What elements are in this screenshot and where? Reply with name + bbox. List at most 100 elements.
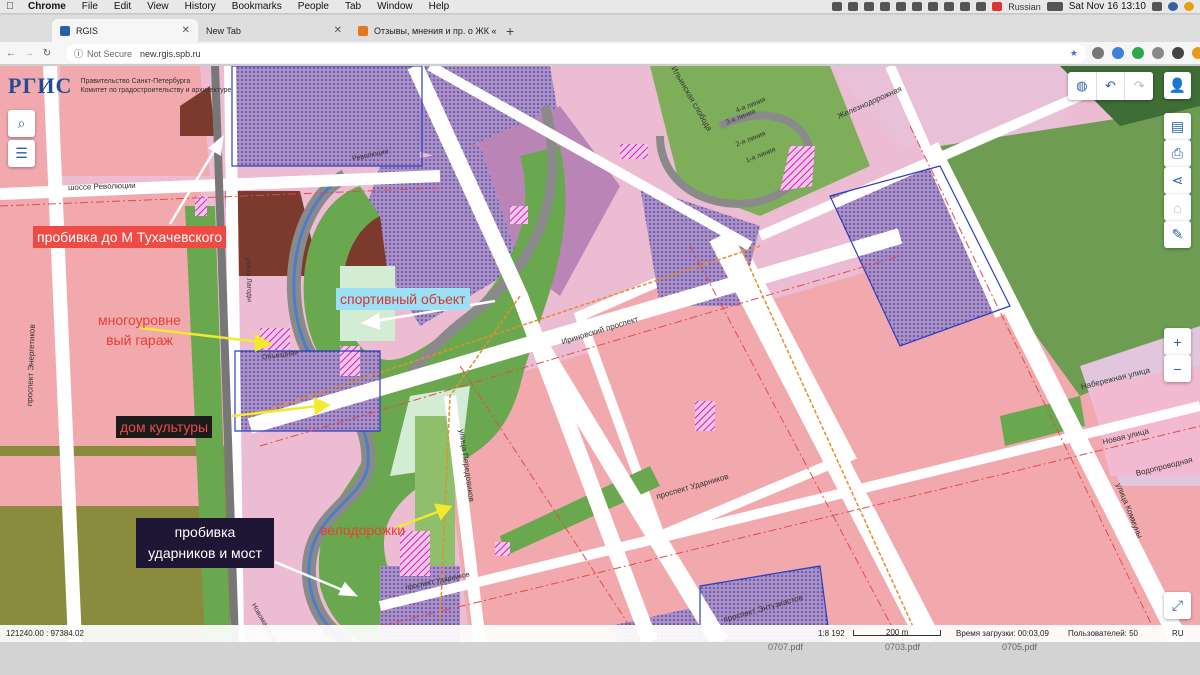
gov-caption: Правительство Санкт-Петербурга Комитет п…	[80, 77, 250, 95]
layers-button[interactable]: ▤	[1164, 113, 1191, 140]
layers-icon: ▤	[1170, 118, 1185, 134]
tab-title: Отзывы, мнения и пр. о ЖК «	[374, 25, 497, 36]
menu-button[interactable]: ☰	[8, 140, 35, 167]
share-icon: ⋖	[1171, 172, 1184, 188]
load-time: Время загрузки: 00:03,09	[956, 629, 1049, 638]
home-icon: ⌂	[1173, 199, 1182, 216]
close-tab-icon[interactable]: ✕	[328, 25, 342, 36]
desktop-file[interactable]: 0705.pdf	[1002, 642, 1037, 652]
extension-icons	[1092, 47, 1200, 59]
profile-avatar[interactable]	[1172, 47, 1184, 59]
close-tab-icon[interactable]: ✕	[496, 25, 498, 36]
menu-bookmarks[interactable]: Bookmarks	[224, 0, 290, 14]
print-button[interactable]: ⎙	[1164, 140, 1191, 167]
wifi-icon[interactable]	[960, 2, 971, 11]
menubar-status-area: Russian Sat Nov 16 13:10	[832, 1, 1200, 12]
redo-icon[interactable]: ↷	[1125, 72, 1153, 100]
coordinates: 121240.00 : 97384.02	[6, 629, 84, 638]
extension-icon[interactable]	[1092, 47, 1104, 59]
annotation-culture: дом культуры	[116, 416, 213, 438]
pencil-icon: ✎	[1171, 226, 1184, 242]
battery-icon[interactable]	[1046, 2, 1063, 11]
share-button[interactable]: ⋖	[1164, 167, 1191, 194]
search-button[interactable]: ⌕	[8, 110, 35, 137]
mac-menu-bar:  Chrome File Edit View History Bookmark…	[0, 0, 1200, 14]
extension-icon[interactable]	[1152, 47, 1164, 59]
menu-window[interactable]: Window	[369, 0, 421, 14]
app-icon[interactable]	[880, 2, 891, 11]
volume-icon[interactable]	[976, 2, 987, 11]
download-icon[interactable]	[864, 2, 875, 11]
draw-button[interactable]: ✎	[1164, 221, 1191, 248]
time-machine-icon[interactable]	[928, 2, 939, 11]
desktop-file[interactable]: 0707.pdf	[768, 642, 803, 652]
display-icon[interactable]	[912, 2, 923, 11]
cloud-icon[interactable]	[848, 2, 859, 11]
language-switch[interactable]: RU	[1172, 629, 1184, 638]
back-icon[interactable]: ←	[4, 48, 18, 59]
page-favicon-icon	[358, 25, 368, 36]
desktop-strip: 0707.pdf 0703.pdf 0705.pdf	[0, 642, 1200, 675]
spotlight-icon[interactable]	[1152, 2, 1162, 11]
browser-toolbar: ← → ↻ ⓘ Not Secure new.rgis.spb.ru ★	[0, 42, 1200, 65]
zoom-in-button[interactable]: +	[1164, 328, 1191, 355]
scale-bar	[853, 630, 941, 636]
bluetooth-icon[interactable]	[944, 2, 955, 11]
annotation-sport: спортивный объект	[336, 288, 470, 310]
forward-icon[interactable]: →	[22, 48, 36, 59]
tab-new-tab[interactable]: New Tab ✕	[198, 19, 350, 42]
menu-history[interactable]: History	[177, 0, 224, 14]
sync-icon[interactable]	[896, 2, 907, 11]
close-tab-icon[interactable]: ✕	[176, 25, 190, 36]
map-scale[interactable]: 1:8 192	[818, 629, 845, 638]
tab-reviews[interactable]: Отзывы, мнения и пр. о ЖК « ✕	[350, 19, 498, 42]
menu-help[interactable]: Help	[421, 0, 458, 14]
annotation-bridge: пробивка ударников и мост	[136, 518, 274, 568]
user-icon[interactable]	[1168, 2, 1178, 11]
home-button[interactable]: ⌂	[1164, 194, 1191, 221]
gov-line-1: Правительство Санкт-Петербурга	[80, 78, 191, 85]
screen:  Chrome File Edit View History Bookmark…	[0, 0, 1200, 675]
hamburger-icon: ☰	[15, 145, 28, 161]
expand-icon: ⤢	[1171, 597, 1184, 613]
undo-icon[interactable]: ↶	[1097, 72, 1126, 100]
street-label: улица Лагоды	[244, 256, 253, 303]
input-language[interactable]: Russian	[1008, 2, 1041, 12]
menu-view[interactable]: View	[139, 0, 177, 14]
menu-people[interactable]: People	[290, 0, 337, 14]
menu-tab[interactable]: Tab	[337, 0, 369, 14]
tab-title: New Tab	[206, 25, 241, 36]
menu-file[interactable]: File	[74, 0, 106, 14]
rgis-logo[interactable]: РГИС Правительство Санкт-Петербурга Коми…	[8, 73, 250, 99]
extension-icon[interactable]	[1132, 47, 1144, 59]
bookmark-star-icon[interactable]: ★	[1070, 48, 1078, 59]
globe-icon[interactable]: ◍	[1068, 72, 1097, 100]
dropbox-icon[interactable]	[832, 2, 843, 11]
map-canvas[interactable]: шоссе Революции проспект Энергетиков Ири…	[0, 66, 1200, 642]
minus-icon: −	[1173, 360, 1182, 377]
annotation-garage: многоуровне вый гараж	[98, 312, 181, 348]
tab-rgis[interactable]: RGIS ✕	[52, 19, 198, 42]
menu-chrome[interactable]: Chrome	[20, 0, 74, 14]
annotation-bike: велодорожки	[320, 522, 406, 538]
reload-icon[interactable]: ↻	[40, 48, 54, 59]
user-button[interactable]: 👤	[1164, 72, 1191, 99]
fullscreen-button[interactable]: ⤢	[1164, 592, 1191, 619]
menu-edit[interactable]: Edit	[106, 0, 139, 14]
new-tab-button[interactable]: +	[506, 23, 514, 39]
info-icon[interactable]: ⓘ	[74, 47, 83, 60]
clock[interactable]: Sat Nov 16 13:10	[1069, 1, 1146, 12]
zoom-out-button[interactable]: −	[1164, 355, 1191, 382]
security-label: Not Secure	[87, 48, 133, 59]
gov-line-2: Комитет по градостроительству и архитект…	[80, 87, 232, 94]
notification-icon[interactable]	[1184, 2, 1194, 11]
extension-icon[interactable]	[1112, 47, 1124, 59]
annotation-metro: пробивка до М Тухачевского	[33, 226, 227, 248]
menu-dots-icon[interactable]	[1192, 47, 1200, 59]
url-text: new.rgis.spb.ru	[140, 48, 201, 59]
rgis-favicon-icon	[60, 25, 70, 36]
address-bar[interactable]: ⓘ Not Secure new.rgis.spb.ru ★	[66, 44, 1086, 63]
apple-icon[interactable]: 	[0, 1, 20, 12]
desktop-file[interactable]: 0703.pdf	[885, 642, 920, 652]
map-status-bar: 121240.00 : 97384.02 1:8 192 200 m Время…	[0, 625, 1200, 642]
